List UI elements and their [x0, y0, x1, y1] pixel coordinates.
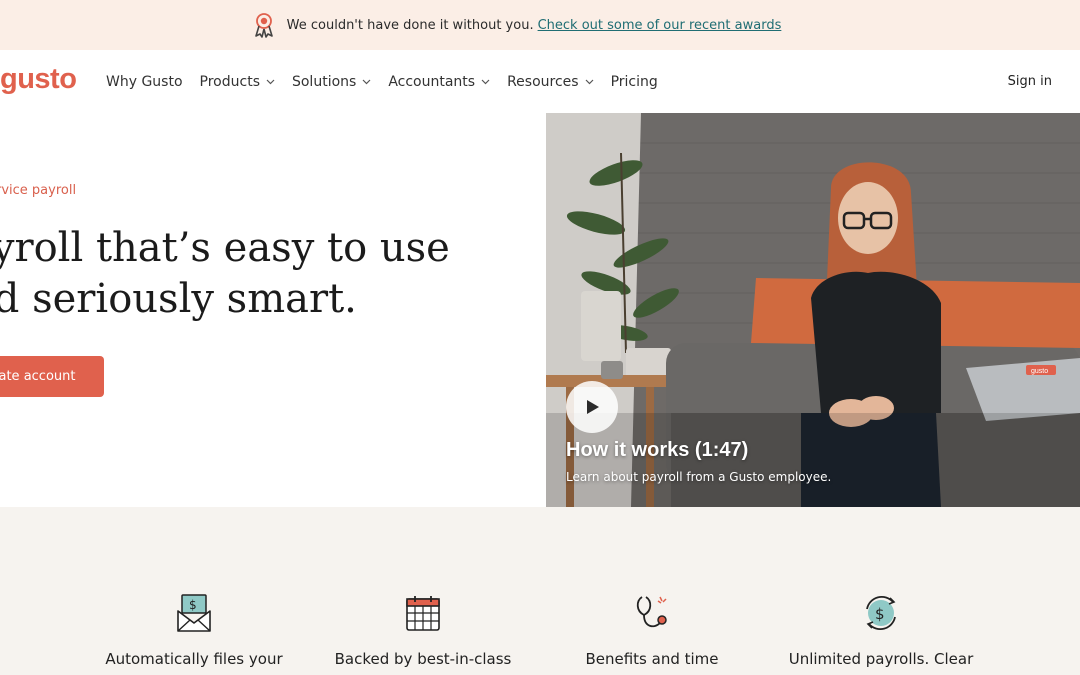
nav-item-solutions[interactable]: Solutions [292, 74, 371, 90]
play-button[interactable] [566, 381, 618, 433]
award-ribbon-icon [254, 13, 273, 38]
nav-item-label: Products [199, 73, 260, 90]
hero-eyebrow: ervice payroll [0, 183, 77, 198]
gusto-logo[interactable]: gusto [0, 63, 77, 96]
announcement-banner: We couldn't have done it without you. Ch… [0, 0, 1080, 50]
svg-text:$: $ [189, 598, 197, 612]
feature-item: Benefits and time [542, 593, 762, 668]
dollar-cycle-icon: $ [866, 596, 896, 630]
laptop-logo: gusto [1031, 368, 1048, 375]
awards-link[interactable]: Check out some of our recent awards [538, 18, 782, 33]
main-navigation: gusto Why Gusto Products Solutions Accou… [0, 50, 1080, 113]
feature-item: $ Unlimited payrolls. Clear [771, 593, 991, 668]
hero-headline-line1: ayroll that’s easy to use [0, 225, 450, 271]
feature-text: Unlimited payrolls. Clear [788, 650, 974, 668]
nav-item-accountants[interactable]: Accountants [388, 74, 490, 90]
hero-headline-line2: nd seriously smart. [0, 276, 357, 322]
feature-item: $ Automatically files your [84, 593, 304, 668]
feature-text: Backed by best-in-class [334, 650, 512, 668]
feature-text: Automatically files your [105, 650, 283, 668]
svg-text:$: $ [875, 605, 885, 623]
chevron-down-icon [481, 79, 490, 84]
chevron-down-icon [266, 79, 275, 84]
stethoscope-icon [636, 596, 667, 628]
video-subtitle: Learn about payroll from a Gusto employe… [566, 470, 832, 484]
feature-item: Backed by best-in-class [313, 593, 533, 668]
create-account-button[interactable]: eate account [0, 356, 104, 397]
envelope-dollar-icon: $ [177, 594, 211, 632]
nav-item-label: Pricing [610, 73, 658, 90]
chevron-down-icon [362, 79, 371, 84]
nav-item-label: Solutions [291, 73, 357, 90]
nav-item-label: Why Gusto [106, 73, 183, 90]
hero-section: ervice payroll ayroll that’s easy to use… [0, 113, 546, 507]
sign-in-link[interactable]: Sign in [1008, 50, 1052, 113]
hero-headline: ayroll that’s easy to use nd seriously s… [0, 223, 450, 325]
nav-item-resources[interactable]: Resources [507, 74, 594, 90]
how-it-works-video[interactable]: gusto How it works (1:47) Learn about pa… [546, 113, 1080, 507]
video-title: How it works (1:47) [566, 439, 749, 461]
calendar-icon [406, 596, 440, 631]
nav-item-label: Accountants [388, 73, 476, 90]
nav-menu: Why Gusto Products Solutions Accountants… [106, 50, 675, 113]
nav-item-why-gusto[interactable]: Why Gusto [106, 74, 183, 90]
nav-item-pricing[interactable]: Pricing [611, 74, 658, 90]
banner-message: We couldn't have done it without you. [286, 17, 534, 33]
nav-item-label: Resources [507, 73, 579, 90]
nav-item-products[interactable]: Products [200, 74, 275, 90]
features-section: $ Automatically files your Backed by bes… [0, 507, 1080, 675]
play-icon [587, 400, 599, 414]
feature-text: Benefits and time [585, 650, 719, 668]
chevron-down-icon [585, 79, 594, 84]
